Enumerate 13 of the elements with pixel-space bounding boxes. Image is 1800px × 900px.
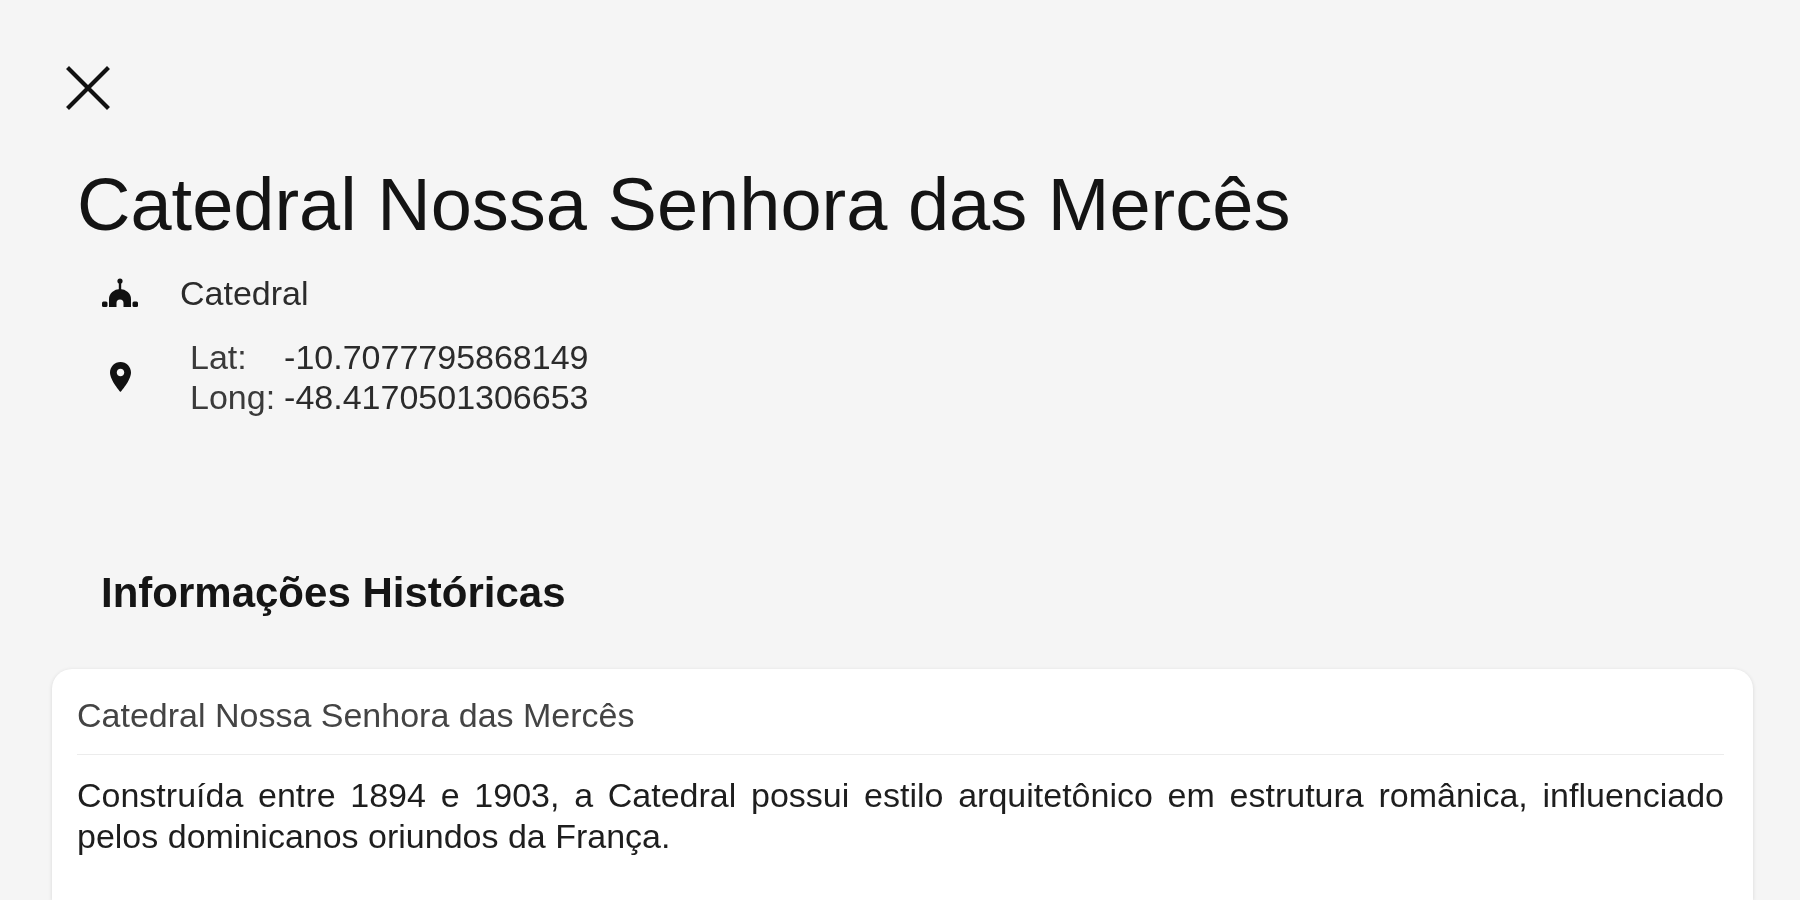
coordinate-value: -10.7077795868149 xyxy=(284,337,589,377)
history-text: Construída entre 1894 e 1903, a Catedral possui estilo arquitetônico em estrutura românica, influenciado pelos dominicanos oriundos da França. xyxy=(77,775,1724,857)
card-title: Catedral Nossa Senhora das Mercês xyxy=(77,695,636,735)
place-title: Catedral Nossa Senhora das Mercês xyxy=(77,162,1291,248)
category-label: Catedral xyxy=(180,273,309,313)
church-icon xyxy=(101,278,139,308)
coordinate-label: Long: xyxy=(190,377,276,417)
close-button[interactable] xyxy=(66,66,110,110)
close-icon xyxy=(66,66,110,110)
coordinate-value: -48.4170501306653 xyxy=(284,377,589,417)
location-pin-icon xyxy=(109,362,131,392)
coordinate-label: Lat: xyxy=(190,337,248,377)
section-heading: Informações Históricas xyxy=(101,568,566,618)
